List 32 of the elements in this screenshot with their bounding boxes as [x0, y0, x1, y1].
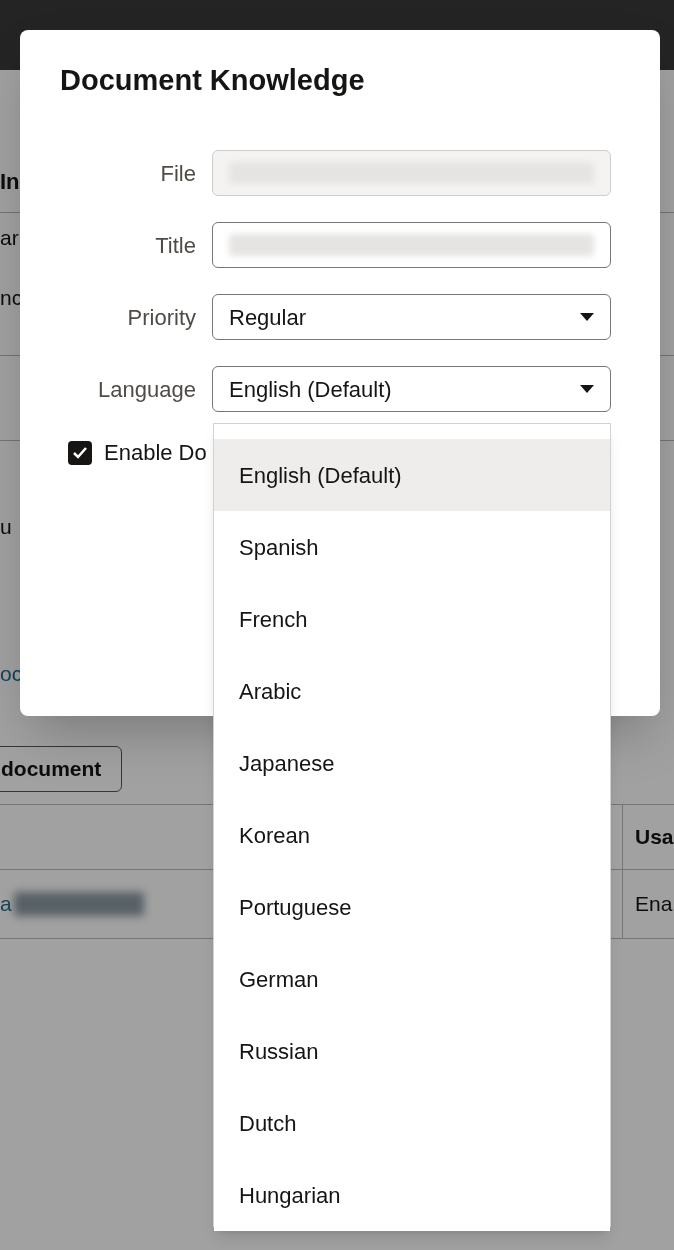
menu-option[interactable]: Dutch — [214, 1087, 610, 1159]
menu-option[interactable]: German — [214, 943, 610, 1015]
checkmark-icon — [72, 445, 88, 460]
section-heading: In — [0, 167, 20, 196]
caret-icon — [580, 385, 594, 393]
text-field[interactable] — [212, 222, 611, 268]
checkbox-label: Enable Do — [104, 439, 207, 467]
text-line: nc — [0, 285, 23, 311]
table-cell-text: Ena — [635, 891, 673, 918]
table-link[interactable]: a — [0, 888, 12, 920]
field-label: File — [159, 159, 196, 188]
field-label: Language — [97, 375, 196, 404]
column-header: Usa — [635, 824, 674, 851]
menu-option[interactable]: Portuguese — [214, 871, 610, 943]
select-field[interactable]: English (Default) — [212, 366, 611, 412]
dialog-title: Document Knowledge — [60, 63, 366, 98]
checkbox[interactable] — [68, 440, 92, 465]
menu-option[interactable]: Japanese — [214, 727, 610, 799]
select-field[interactable]: Regular — [212, 294, 611, 340]
menu-option[interactable]: Korean — [214, 799, 610, 871]
menu-option[interactable]: English (Default) — [214, 439, 610, 511]
add-document-button[interactable]: document — [0, 746, 123, 792]
menu-option[interactable]: Spanish — [214, 511, 610, 583]
menu-option[interactable]: French — [214, 583, 610, 655]
field-label: Priority — [126, 303, 196, 332]
menu-option[interactable]: Hungarian — [214, 1159, 610, 1231]
caret-icon — [580, 313, 594, 321]
menu-option[interactable]: Russian — [214, 1015, 610, 1087]
field-label: Title — [154, 231, 196, 260]
text-line: ar — [0, 225, 20, 251]
menu-option[interactable]: Arabic — [214, 655, 610, 727]
text-line: u — [0, 514, 12, 540]
